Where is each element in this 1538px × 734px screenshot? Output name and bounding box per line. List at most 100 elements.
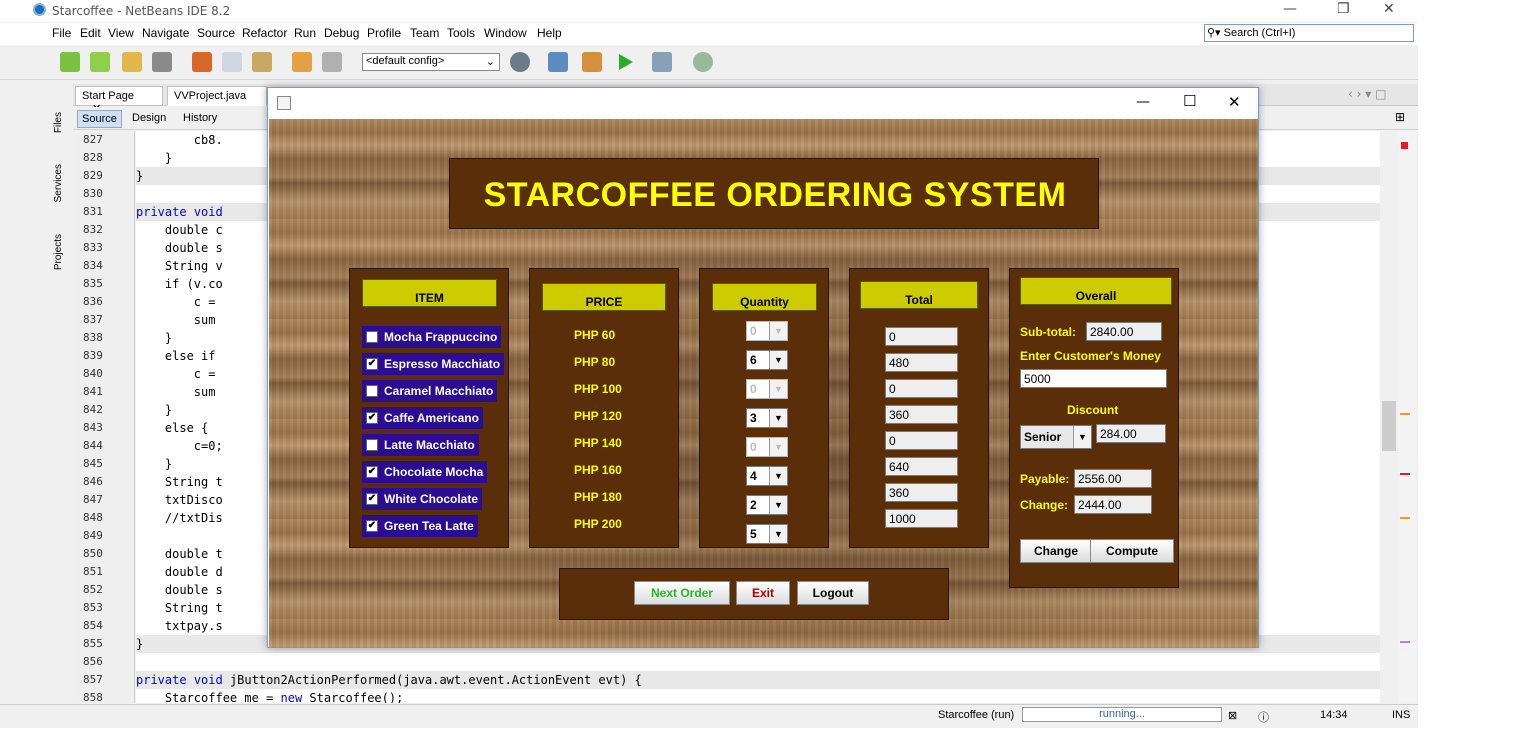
menu-source[interactable]: Source (197, 26, 235, 40)
quantity-select[interactable]: 0 ▼ (746, 379, 788, 399)
debug-icon[interactable] (652, 52, 672, 72)
item-total-field[interactable]: 360 (885, 405, 958, 424)
restore-icon[interactable]: ❐ (1337, 1, 1350, 17)
compute-button[interactable]: Compute (1090, 539, 1174, 563)
line-number: 840 (83, 367, 103, 380)
item-checkbox[interactable]: ✔ Green Tea Latte (362, 515, 478, 537)
editor-scrollbar[interactable] (1380, 131, 1398, 703)
exit-button[interactable]: Exit (736, 581, 790, 605)
cut-icon[interactable] (192, 52, 212, 72)
split-icon[interactable]: ⊞ (1395, 110, 1405, 124)
item-checkbox[interactable]: Mocha Frappuccino (362, 326, 502, 348)
tab-projects[interactable]: Projects (53, 234, 64, 270)
open-project-icon[interactable] (122, 52, 142, 72)
tab-vvproject[interactable]: VVProject.java (167, 86, 267, 106)
menu-debug[interactable]: Debug (324, 26, 359, 40)
quantity-select[interactable]: 6 ▼ (746, 350, 788, 370)
quantity-value: 0 (750, 440, 757, 454)
menu-profile[interactable]: Profile (367, 26, 401, 40)
notification-icon[interactable]: ⓘ (1258, 709, 1269, 725)
minimize-icon[interactable]: — (1283, 1, 1297, 17)
quantity-select[interactable]: 0 ▼ (746, 321, 788, 341)
copy-icon[interactable] (222, 52, 242, 72)
item-checkbox[interactable]: Latte Macchiato (362, 434, 479, 456)
save-all-icon[interactable] (152, 52, 172, 72)
error-stripe (1398, 131, 1416, 703)
app-close-icon[interactable]: ✕ (1228, 93, 1241, 111)
quantity-value: 5 (750, 527, 757, 541)
discount-field[interactable]: 284.00 (1096, 424, 1166, 443)
customer-money-input[interactable]: 5000 (1020, 369, 1167, 388)
item-checkbox[interactable]: ✔ Chocolate Mocha (362, 461, 488, 483)
change-field[interactable]: 2444.00 (1074, 495, 1152, 514)
item-total-field[interactable]: 0 (885, 379, 958, 398)
item-total-field[interactable]: 1000 (885, 509, 958, 528)
item-checkbox[interactable]: ✔ Caffe Americano (362, 407, 483, 429)
search-input[interactable]: ⚲▾ Search (Ctrl+I) (1204, 24, 1414, 42)
config-select[interactable]: <default config> ⌄ (362, 53, 500, 71)
run-progress[interactable]: running... (1022, 707, 1222, 722)
quantity-select[interactable]: 0 ▼ (746, 437, 788, 457)
item-price: PHP 120 (574, 409, 622, 423)
discount-select[interactable]: Senior ▼ (1020, 425, 1092, 449)
app-maximize-icon[interactable]: ☐ (1183, 92, 1196, 110)
menu-window[interactable]: Window (484, 26, 527, 40)
quantity-select[interactable]: 3 ▼ (746, 408, 788, 428)
cancel-task-icon[interactable]: ⊠ (1228, 709, 1237, 722)
logout-button[interactable]: Logout (797, 581, 869, 605)
tab-start-page[interactable]: Start Page ✕ (75, 86, 163, 115)
item-total-field[interactable]: 0 (885, 431, 958, 450)
quantity-select[interactable]: 5 ▼ (746, 524, 788, 544)
mode-source[interactable]: Source (77, 110, 122, 128)
tab-services[interactable]: Services (53, 164, 64, 202)
item-checkbox[interactable]: ✔ White Chocolate (362, 488, 483, 510)
title-banner: STARCOFFEE ORDERING SYSTEM (449, 158, 1099, 229)
menu-tools[interactable]: Tools (447, 26, 475, 40)
payable-field[interactable]: 2556.00 (1074, 469, 1152, 488)
profile-icon[interactable] (693, 52, 713, 72)
search-placeholder: Search (Ctrl+I) (1223, 27, 1296, 39)
mode-design[interactable]: Design (128, 110, 170, 126)
menu-team[interactable]: Team (410, 26, 439, 40)
next-order-button[interactable]: Next Order (634, 581, 730, 605)
build-icon[interactable] (548, 52, 568, 72)
close-icon[interactable]: ✕ (1383, 1, 1395, 17)
menu-help[interactable]: Help (537, 26, 562, 40)
new-project-icon[interactable] (90, 52, 110, 72)
app-minimize-icon[interactable]: — (1136, 94, 1150, 110)
change-button[interactable]: Change (1020, 539, 1092, 563)
item-total-field[interactable]: 360 (885, 483, 958, 502)
tab-files[interactable]: Files (53, 112, 64, 133)
line-number: 828 (83, 151, 103, 164)
menu-edit[interactable]: Edit (80, 26, 101, 40)
quantity-select[interactable]: 4 ▼ (746, 466, 788, 486)
clean-build-icon[interactable] (582, 52, 602, 72)
item-total-field[interactable]: 0 (885, 327, 958, 346)
menu-run[interactable]: Run (294, 26, 316, 40)
scroll-thumb[interactable] (1382, 401, 1396, 451)
line-number: 833 (83, 241, 103, 254)
item-total-field[interactable]: 640 (885, 457, 958, 476)
line-number: 837 (83, 313, 103, 326)
undo-icon[interactable] (292, 52, 312, 72)
subtotal-field[interactable]: 2840.00 (1086, 322, 1162, 341)
redo-icon[interactable] (322, 52, 342, 72)
paste-icon[interactable] (252, 52, 272, 72)
item-total-field[interactable]: 480 (885, 353, 958, 372)
item-checkbox[interactable]: ✔ Espresso Macchiato (362, 353, 505, 375)
item-panel: ITEM Mocha Frappuccino ✔ Espresso Macchiat… (349, 268, 509, 548)
new-file-icon[interactable] (60, 52, 80, 72)
code-line: private void jButton2ActionPerformed(jav… (136, 671, 1380, 689)
line-number: 858 (83, 691, 103, 704)
mode-history[interactable]: History (179, 110, 221, 126)
item-checkbox[interactable]: Caramel Macchiato (362, 380, 498, 402)
quantity-select[interactable]: 2 ▼ (746, 495, 788, 515)
menu-navigate[interactable]: Navigate (142, 26, 189, 40)
globe-icon[interactable] (510, 52, 530, 72)
line-number: 831 (83, 205, 103, 218)
menu-file[interactable]: File (52, 26, 71, 40)
tab-scroll-icon[interactable]: ‹ › ▾ □ (1348, 87, 1386, 101)
run-icon[interactable] (619, 54, 633, 70)
menu-view[interactable]: View (108, 26, 134, 40)
menu-refactor[interactable]: Refactor (242, 26, 287, 40)
